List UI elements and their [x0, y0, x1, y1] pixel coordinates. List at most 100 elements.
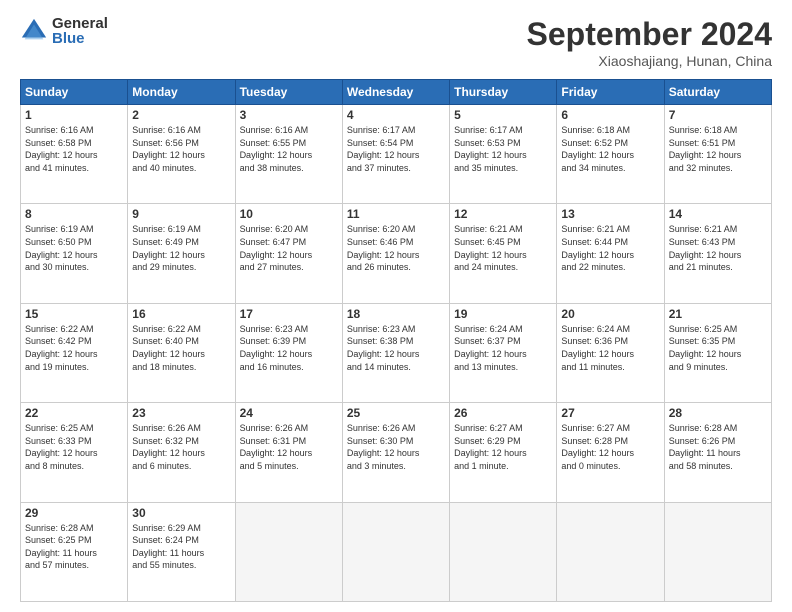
- day-info: Sunrise: 6:18 AM Sunset: 6:52 PM Dayligh…: [561, 124, 659, 174]
- day-info: Sunrise: 6:29 AM Sunset: 6:24 PM Dayligh…: [132, 522, 230, 572]
- calendar-cell: [235, 502, 342, 601]
- day-info: Sunrise: 6:19 AM Sunset: 6:50 PM Dayligh…: [25, 223, 123, 273]
- weekday-tuesday: Tuesday: [235, 80, 342, 105]
- calendar-cell: 2Sunrise: 6:16 AM Sunset: 6:56 PM Daylig…: [128, 105, 235, 204]
- day-number: 20: [561, 307, 659, 321]
- calendar-cell: 20 Sunrise: 6:24 AM Sunset: 6:36 PM Dayli…: [557, 303, 664, 402]
- day-number: 7: [669, 108, 767, 122]
- calendar-cell: 21 Sunrise: 6:25 AM Sunset: 6:35 PM Dayli…: [664, 303, 771, 402]
- week-row-4: 22Sunrise: 6:25 AM Sunset: 6:33 PM Dayli…: [21, 403, 772, 502]
- day-info: Sunrise: 6:21 AM Sunset: 6:45 PM Dayligh…: [454, 223, 552, 273]
- day-info: Sunrise: 6:17 AM Sunset: 6:53 PM Dayligh…: [454, 124, 552, 174]
- page: General Blue September 2024 Xiaoshajiang…: [0, 0, 792, 612]
- day-number: 26: [454, 406, 552, 420]
- day-info: Sunrise: 6:18 AM Sunset: 6:51 PM Dayligh…: [669, 124, 767, 174]
- calendar-cell: 8Sunrise: 6:19 AM Sunset: 6:50 PM Daylig…: [21, 204, 128, 303]
- calendar-cell: 18Sunrise: 6:23 AM Sunset: 6:38 PM Dayli…: [342, 303, 449, 402]
- day-number: 25: [347, 406, 445, 420]
- day-info: Sunrise: 6:24 AM Sunset: 6:37 PM Dayligh…: [454, 323, 552, 373]
- calendar-cell: 15 Sunrise: 6:22 AM Sunset: 6:42 PM Dayli…: [21, 303, 128, 402]
- day-number: 4: [347, 108, 445, 122]
- day-info: Sunrise: 6:25 AM Sunset: 6:35 PM Dayligh…: [669, 323, 767, 373]
- day-number: 11: [347, 207, 445, 221]
- day-number: 12: [454, 207, 552, 221]
- calendar-cell: 7 Sunrise: 6:18 AM Sunset: 6:51 PM Daylig…: [664, 105, 771, 204]
- day-number: 1: [25, 108, 123, 122]
- weekday-friday: Friday: [557, 80, 664, 105]
- calendar-cell: 13 Sunrise: 6:21 AM Sunset: 6:44 PM Dayli…: [557, 204, 664, 303]
- day-number: 15: [25, 307, 123, 321]
- day-number: 5: [454, 108, 552, 122]
- day-number: 10: [240, 207, 338, 221]
- day-number: 19: [454, 307, 552, 321]
- day-info: Sunrise: 6:26 AM Sunset: 6:30 PM Dayligh…: [347, 422, 445, 472]
- calendar-cell: 25 Sunrise: 6:26 AM Sunset: 6:30 PM Dayli…: [342, 403, 449, 502]
- week-row-2: 8Sunrise: 6:19 AM Sunset: 6:50 PM Daylig…: [21, 204, 772, 303]
- calendar-subtitle: Xiaoshajiang, Hunan, China: [527, 53, 772, 69]
- calendar-table: SundayMondayTuesdayWednesdayThursdayFrid…: [20, 79, 772, 602]
- calendar-cell: 24 Sunrise: 6:26 AM Sunset: 6:31 PM Dayli…: [235, 403, 342, 502]
- calendar-cell: 16Sunrise: 6:22 AM Sunset: 6:40 PM Dayli…: [128, 303, 235, 402]
- header: General Blue September 2024 Xiaoshajiang…: [20, 16, 772, 69]
- title-section: September 2024 Xiaoshajiang, Hunan, Chin…: [527, 16, 772, 69]
- day-info: Sunrise: 6:20 AM Sunset: 6:47 PM Dayligh…: [240, 223, 338, 273]
- day-number: 18: [347, 307, 445, 321]
- day-number: 28: [669, 406, 767, 420]
- weekday-sunday: Sunday: [21, 80, 128, 105]
- calendar-cell: 9Sunrise: 6:19 AM Sunset: 6:49 PM Daylig…: [128, 204, 235, 303]
- logo-text: General Blue: [52, 16, 108, 46]
- day-number: 13: [561, 207, 659, 221]
- calendar-cell: 5 Sunrise: 6:17 AM Sunset: 6:53 PM Daylig…: [450, 105, 557, 204]
- calendar-cell: 29Sunrise: 6:28 AM Sunset: 6:25 PM Dayli…: [21, 502, 128, 601]
- weekday-saturday: Saturday: [664, 80, 771, 105]
- calendar-cell: 22Sunrise: 6:25 AM Sunset: 6:33 PM Dayli…: [21, 403, 128, 502]
- weekday-wednesday: Wednesday: [342, 80, 449, 105]
- logo-blue-text: Blue: [52, 31, 108, 46]
- calendar-cell: 30 Sunrise: 6:29 AM Sunset: 6:24 PM Dayli…: [128, 502, 235, 601]
- day-number: 14: [669, 207, 767, 221]
- calendar-body: 1 Sunrise: 6:16 AM Sunset: 6:58 PM Daylig…: [21, 105, 772, 602]
- calendar-cell: 6 Sunrise: 6:18 AM Sunset: 6:52 PM Daylig…: [557, 105, 664, 204]
- day-number: 21: [669, 307, 767, 321]
- day-info: Sunrise: 6:24 AM Sunset: 6:36 PM Dayligh…: [561, 323, 659, 373]
- day-number: 23: [132, 406, 230, 420]
- week-row-3: 15 Sunrise: 6:22 AM Sunset: 6:42 PM Dayli…: [21, 303, 772, 402]
- day-number: 3: [240, 108, 338, 122]
- calendar-header: SundayMondayTuesdayWednesdayThursdayFrid…: [21, 80, 772, 105]
- day-info: Sunrise: 6:16 AM Sunset: 6:58 PM Dayligh…: [25, 124, 123, 174]
- day-number: 16: [132, 307, 230, 321]
- day-info: Sunrise: 6:21 AM Sunset: 6:43 PM Dayligh…: [669, 223, 767, 273]
- logo-icon: [20, 17, 48, 45]
- week-row-1: 1 Sunrise: 6:16 AM Sunset: 6:58 PM Daylig…: [21, 105, 772, 204]
- day-number: 24: [240, 406, 338, 420]
- day-info: Sunrise: 6:16 AM Sunset: 6:56 PM Dayligh…: [132, 124, 230, 174]
- day-info: Sunrise: 6:26 AM Sunset: 6:32 PM Dayligh…: [132, 422, 230, 472]
- weekday-thursday: Thursday: [450, 80, 557, 105]
- day-number: 30: [132, 506, 230, 520]
- weekday-header-row: SundayMondayTuesdayWednesdayThursdayFrid…: [21, 80, 772, 105]
- day-number: 27: [561, 406, 659, 420]
- calendar-cell: [450, 502, 557, 601]
- day-info: Sunrise: 6:28 AM Sunset: 6:25 PM Dayligh…: [25, 522, 123, 572]
- day-info: Sunrise: 6:26 AM Sunset: 6:31 PM Dayligh…: [240, 422, 338, 472]
- day-info: Sunrise: 6:23 AM Sunset: 6:39 PM Dayligh…: [240, 323, 338, 373]
- calendar-cell: [664, 502, 771, 601]
- day-info: Sunrise: 6:25 AM Sunset: 6:33 PM Dayligh…: [25, 422, 123, 472]
- calendar-cell: 12 Sunrise: 6:21 AM Sunset: 6:45 PM Dayli…: [450, 204, 557, 303]
- calendar-cell: 23 Sunrise: 6:26 AM Sunset: 6:32 PM Dayli…: [128, 403, 235, 502]
- day-number: 6: [561, 108, 659, 122]
- day-info: Sunrise: 6:27 AM Sunset: 6:28 PM Dayligh…: [561, 422, 659, 472]
- weekday-monday: Monday: [128, 80, 235, 105]
- day-info: Sunrise: 6:22 AM Sunset: 6:42 PM Dayligh…: [25, 323, 123, 373]
- day-info: Sunrise: 6:17 AM Sunset: 6:54 PM Dayligh…: [347, 124, 445, 174]
- calendar-cell: 4 Sunrise: 6:17 AM Sunset: 6:54 PM Daylig…: [342, 105, 449, 204]
- day-number: 9: [132, 207, 230, 221]
- week-row-5: 29Sunrise: 6:28 AM Sunset: 6:25 PM Dayli…: [21, 502, 772, 601]
- day-number: 17: [240, 307, 338, 321]
- calendar-cell: 1 Sunrise: 6:16 AM Sunset: 6:58 PM Daylig…: [21, 105, 128, 204]
- calendar-cell: 14 Sunrise: 6:21 AM Sunset: 6:43 PM Dayli…: [664, 204, 771, 303]
- calendar-cell: 28Sunrise: 6:28 AM Sunset: 6:26 PM Dayli…: [664, 403, 771, 502]
- day-info: Sunrise: 6:21 AM Sunset: 6:44 PM Dayligh…: [561, 223, 659, 273]
- logo: General Blue: [20, 16, 108, 46]
- calendar-cell: 17 Sunrise: 6:23 AM Sunset: 6:39 PM Dayli…: [235, 303, 342, 402]
